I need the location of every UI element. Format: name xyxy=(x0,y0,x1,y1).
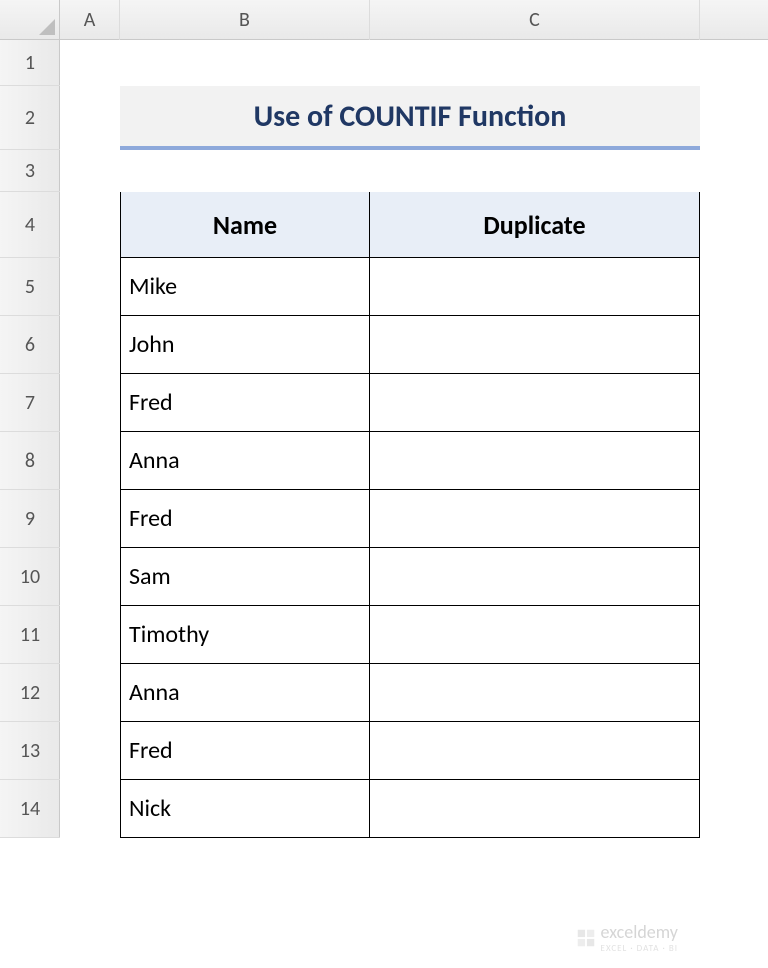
cell-A13[interactable] xyxy=(60,722,120,780)
cell-B1[interactable] xyxy=(120,40,370,86)
cell-A2[interactable] xyxy=(60,86,120,150)
cell-C1[interactable] xyxy=(370,40,700,86)
row-header-2[interactable]: 2 xyxy=(0,86,60,150)
row-header-1[interactable]: 1 xyxy=(0,40,60,86)
cell-name[interactable]: John xyxy=(120,316,370,374)
spreadsheet: A B C 1 2 3 4 5 6 7 8 9 10 11 12 13 14 U… xyxy=(0,0,768,968)
cell-name[interactable]: Anna xyxy=(120,664,370,722)
cell-A10[interactable] xyxy=(60,548,120,606)
cell-C3[interactable] xyxy=(370,150,700,192)
row-header-5[interactable]: 5 xyxy=(0,258,60,316)
cell-duplicate[interactable] xyxy=(370,258,700,316)
cell-grid: Use of COUNTIF Function Name Duplicate M… xyxy=(60,40,700,838)
watermark: exceldemy EXCEL · DATA · BI xyxy=(575,921,678,954)
cell-B3[interactable] xyxy=(120,150,370,192)
cell-A5[interactable] xyxy=(60,258,120,316)
cell-name[interactable]: Fred xyxy=(120,722,370,780)
cell-duplicate[interactable] xyxy=(370,722,700,780)
cell-A8[interactable] xyxy=(60,432,120,490)
row-header-8[interactable]: 8 xyxy=(0,432,60,490)
cell-name[interactable]: Mike xyxy=(120,258,370,316)
row-headers: 1 2 3 4 5 6 7 8 9 10 11 12 13 14 xyxy=(0,40,60,838)
cell-duplicate[interactable] xyxy=(370,374,700,432)
row-header-11[interactable]: 11 xyxy=(0,606,60,664)
cell-name[interactable]: Anna xyxy=(120,432,370,490)
cell-A1[interactable] xyxy=(60,40,120,86)
header-duplicate[interactable]: Duplicate xyxy=(370,192,700,258)
column-header-B[interactable]: B xyxy=(120,0,370,40)
cell-name[interactable]: Fred xyxy=(120,374,370,432)
cell-duplicate[interactable] xyxy=(370,548,700,606)
column-header-A[interactable]: A xyxy=(60,0,120,40)
title-cell[interactable]: Use of COUNTIF Function xyxy=(120,86,700,150)
cell-A9[interactable] xyxy=(60,490,120,548)
row-header-7[interactable]: 7 xyxy=(0,374,60,432)
cell-duplicate[interactable] xyxy=(370,490,700,548)
header-name[interactable]: Name xyxy=(120,192,370,258)
cell-name[interactable]: Fred xyxy=(120,490,370,548)
cell-A12[interactable] xyxy=(60,664,120,722)
row-header-9[interactable]: 9 xyxy=(0,490,60,548)
column-headers: A B C xyxy=(60,0,768,40)
cell-A7[interactable] xyxy=(60,374,120,432)
cell-name[interactable]: Nick xyxy=(120,780,370,838)
row-header-14[interactable]: 14 xyxy=(0,780,60,838)
watermark-icon xyxy=(575,927,597,949)
cell-A4[interactable] xyxy=(60,192,120,258)
row-header-13[interactable]: 13 xyxy=(0,722,60,780)
cell-duplicate[interactable] xyxy=(370,606,700,664)
cell-duplicate[interactable] xyxy=(370,316,700,374)
row-header-12[interactable]: 12 xyxy=(0,664,60,722)
row-header-3[interactable]: 3 xyxy=(0,150,60,192)
row-header-10[interactable]: 10 xyxy=(0,548,60,606)
cell-A11[interactable] xyxy=(60,606,120,664)
watermark-brand: exceldemy xyxy=(601,921,678,943)
cell-duplicate[interactable] xyxy=(370,432,700,490)
row-header-6[interactable]: 6 xyxy=(0,316,60,374)
cell-name[interactable]: Timothy xyxy=(120,606,370,664)
cell-A14[interactable] xyxy=(60,780,120,838)
cell-A3[interactable] xyxy=(60,150,120,192)
row-header-4[interactable]: 4 xyxy=(0,192,60,258)
cell-duplicate[interactable] xyxy=(370,664,700,722)
cell-A6[interactable] xyxy=(60,316,120,374)
select-all-corner[interactable] xyxy=(0,0,60,40)
cell-duplicate[interactable] xyxy=(370,780,700,838)
cell-name[interactable]: Sam xyxy=(120,548,370,606)
watermark-tag: EXCEL · DATA · BI xyxy=(601,943,678,954)
column-header-C[interactable]: C xyxy=(370,0,700,40)
